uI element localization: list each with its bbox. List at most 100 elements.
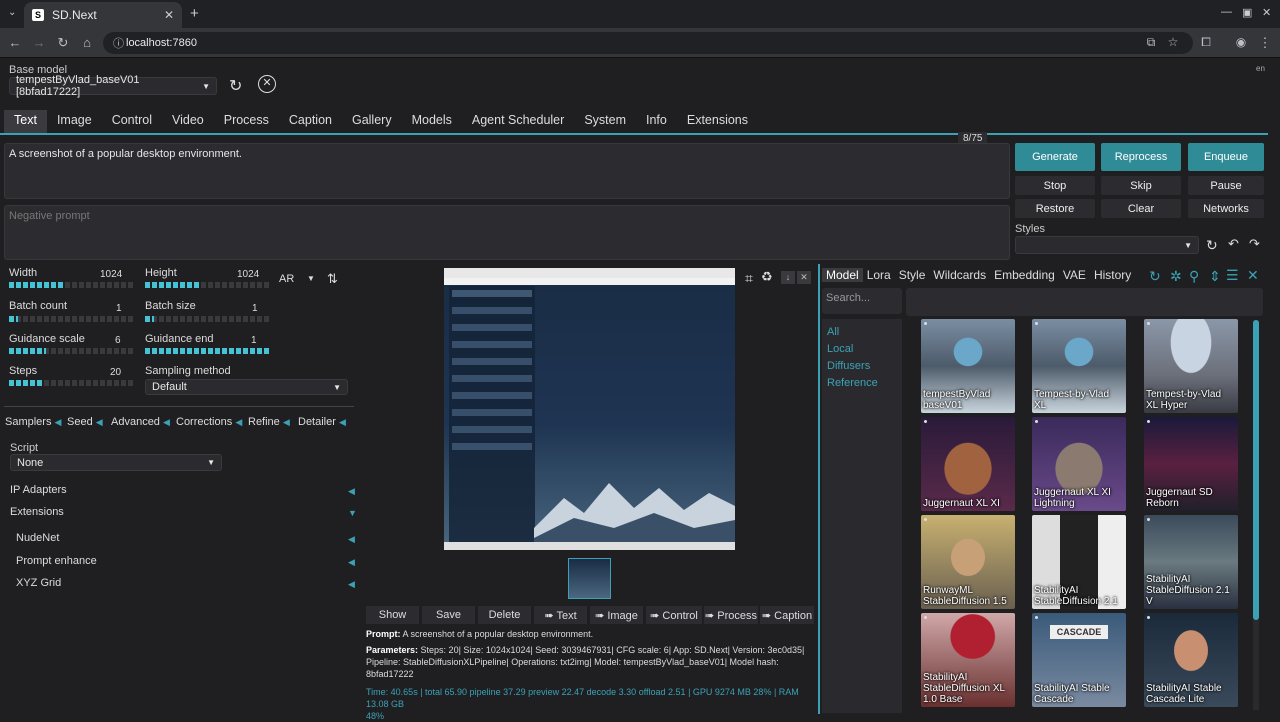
reload-icon[interactable]: ↻ bbox=[55, 35, 71, 51]
language-badge[interactable]: en bbox=[1256, 64, 1265, 73]
url-field[interactable]: ⓘ localhost:7860 bbox=[103, 32, 1193, 54]
samplers-accordion[interactable]: Samplers ◀ bbox=[5, 416, 61, 428]
model-card[interactable]: Tempest-by-Vlad XL bbox=[1032, 319, 1126, 413]
nudenet-accordion[interactable]: NudeNet bbox=[16, 532, 59, 544]
extensions-icon[interactable]: ⧠ bbox=[1198, 35, 1214, 50]
negative-prompt-input[interactable]: Negative prompt bbox=[4, 205, 1010, 260]
refresh-models-icon[interactable]: ↻ bbox=[229, 76, 242, 96]
width-value[interactable]: 1024 bbox=[100, 269, 122, 280]
close-networks-icon[interactable]: ✕ bbox=[1247, 267, 1259, 284]
model-card[interactable]: StabilityAI StableDiffusion XL 1.0 Base bbox=[921, 613, 1015, 707]
corrections-accordion[interactable]: Corrections ◀ bbox=[176, 416, 242, 428]
apply-style-icon[interactable]: ↶ bbox=[1228, 236, 1239, 252]
scan-icon[interactable]: ✲ bbox=[1170, 268, 1182, 285]
network-tab-model[interactable]: Model bbox=[822, 268, 863, 282]
tab-extensions[interactable]: Extensions bbox=[677, 110, 758, 134]
sort-icon[interactable]: ⇕ bbox=[1209, 268, 1221, 285]
guidance-scale-slider[interactable] bbox=[9, 348, 133, 354]
generate-button[interactable]: Generate bbox=[1015, 143, 1095, 171]
stop-button[interactable]: Stop bbox=[1015, 176, 1095, 195]
close-image-icon[interactable]: ✕ bbox=[797, 271, 811, 284]
site-info-icon[interactable]: ⓘ bbox=[113, 35, 124, 51]
grid-icon[interactable]: ⌗ bbox=[745, 270, 753, 287]
close-window-icon[interactable]: ✕ bbox=[1262, 6, 1271, 19]
output-image[interactable] bbox=[444, 268, 735, 550]
networks-description[interactable] bbox=[906, 288, 1263, 316]
model-card[interactable]: tempestByVlad baseV01 bbox=[921, 319, 1015, 413]
batch-size-slider[interactable] bbox=[145, 316, 269, 322]
clear-button[interactable]: Clear bbox=[1101, 199, 1181, 218]
seed-accordion[interactable]: Seed ◀ bbox=[67, 416, 103, 428]
tab-info[interactable]: Info bbox=[636, 110, 677, 134]
minimize-icon[interactable]: — bbox=[1221, 6, 1232, 18]
detailer-accordion[interactable]: Detailer ◀ bbox=[298, 416, 346, 428]
networks-search-input[interactable]: Search... bbox=[822, 288, 902, 314]
xyz-grid-accordion[interactable]: XYZ Grid bbox=[16, 577, 61, 589]
new-tab-icon[interactable]: + bbox=[190, 5, 199, 22]
guidance-scale-value[interactable]: 6 bbox=[115, 335, 121, 346]
batch-count-slider[interactable] bbox=[9, 316, 133, 322]
send-to-text-button[interactable]: ➠ Text bbox=[534, 606, 587, 624]
sampling-method-select[interactable]: Default ▼ bbox=[145, 379, 348, 395]
expand-left-icon[interactable]: ◀ bbox=[348, 486, 355, 497]
script-select[interactable]: None ▼ bbox=[10, 454, 222, 471]
network-tab-lora[interactable]: Lora bbox=[863, 268, 895, 282]
networks-button[interactable]: Networks bbox=[1188, 199, 1264, 218]
tab-control[interactable]: Control bbox=[102, 110, 162, 134]
tab-video[interactable]: Video bbox=[162, 110, 214, 134]
model-card[interactable]: StabilityAI StableDiffusion 2.1 bbox=[1032, 515, 1126, 609]
send-to-image-button[interactable]: ➠ Image bbox=[590, 606, 643, 624]
tab-models[interactable]: Models bbox=[402, 110, 462, 134]
guidance-end-value[interactable]: 1 bbox=[251, 335, 257, 346]
install-icon[interactable]: ⧉ bbox=[1143, 35, 1159, 50]
send-to-control-button[interactable]: ➠ Control bbox=[646, 606, 702, 624]
search-icon[interactable]: ⚲ bbox=[1189, 268, 1199, 285]
send-to-process-button[interactable]: ➠ Process bbox=[704, 606, 758, 624]
networks-scrollbar[interactable] bbox=[1253, 320, 1259, 710]
model-card[interactable]: Juggernaut XL XI bbox=[921, 417, 1015, 511]
model-card[interactable]: StabilityAI Stable Cascade Lite bbox=[1144, 613, 1238, 707]
model-card[interactable]: Juggernaut XL XI Lightning bbox=[1032, 417, 1126, 511]
tab-image[interactable]: Image bbox=[47, 110, 102, 134]
tab-gallery[interactable]: Gallery bbox=[342, 110, 402, 134]
network-tab-embedding[interactable]: Embedding bbox=[990, 268, 1059, 282]
guidance-end-slider[interactable] bbox=[145, 348, 269, 354]
tab-process[interactable]: Process bbox=[214, 110, 279, 134]
browser-tab[interactable]: S SD.Next ✕ bbox=[24, 2, 182, 28]
expand-left-icon[interactable]: ◀ bbox=[348, 534, 355, 545]
swap-dimensions-icon[interactable]: ⇅ bbox=[327, 271, 338, 287]
skip-button[interactable]: Skip bbox=[1101, 176, 1181, 195]
refresh-networks-icon[interactable]: ↻ bbox=[1149, 268, 1161, 285]
save-style-icon[interactable]: ↷ bbox=[1249, 236, 1260, 252]
network-tab-style[interactable]: Style bbox=[895, 268, 930, 282]
height-slider[interactable] bbox=[145, 282, 269, 288]
save-button[interactable]: Save bbox=[422, 606, 475, 624]
collapse-down-icon[interactable]: ▼ bbox=[348, 508, 357, 518]
steps-slider[interactable] bbox=[9, 380, 133, 386]
refine-accordion[interactable]: Refine ◀ bbox=[248, 416, 290, 428]
profile-icon[interactable]: ◉ bbox=[1233, 35, 1249, 49]
model-card[interactable]: Juggernaut SD Reborn bbox=[1144, 417, 1238, 511]
prompt-input[interactable]: A screenshot of a popular desktop enviro… bbox=[4, 143, 1010, 199]
batch-size-value[interactable]: 1 bbox=[252, 303, 258, 314]
base-model-select[interactable]: tempestByVlad_baseV01 [8bfad17222] ▼ bbox=[9, 74, 217, 98]
tab-text[interactable]: Text bbox=[4, 110, 47, 134]
network-tab-history[interactable]: History bbox=[1090, 268, 1135, 282]
prompt-enhance-accordion[interactable]: Prompt enhance bbox=[16, 555, 97, 567]
menu-icon[interactable]: ⋮ bbox=[1257, 35, 1273, 51]
model-card[interactable]: RunwayML StableDiffusion 1.5 bbox=[921, 515, 1015, 609]
bookmark-icon[interactable]: ☆ bbox=[1165, 35, 1181, 49]
reprocess-button[interactable]: Reprocess bbox=[1101, 143, 1181, 171]
batch-count-value[interactable]: 1 bbox=[116, 303, 122, 314]
expand-left-icon[interactable]: ◀ bbox=[348, 557, 355, 568]
network-tab-wildcards[interactable]: Wildcards bbox=[929, 268, 990, 282]
ip-adapters-accordion[interactable]: IP Adapters bbox=[10, 484, 67, 496]
tab-system[interactable]: System bbox=[574, 110, 636, 134]
expand-left-icon[interactable]: ◀ bbox=[348, 579, 355, 590]
aspect-ratio-select[interactable]: AR bbox=[279, 273, 294, 285]
model-card[interactable]: Tempest-by-Vlad XL Hyper bbox=[1144, 319, 1238, 413]
advanced-accordion[interactable]: Advanced ◀ bbox=[111, 416, 170, 428]
refresh-styles-icon[interactable]: ↻ bbox=[1206, 237, 1218, 254]
send-to-caption-button[interactable]: ➠ Caption bbox=[760, 606, 814, 624]
enqueue-button[interactable]: Enqueue bbox=[1188, 143, 1264, 171]
